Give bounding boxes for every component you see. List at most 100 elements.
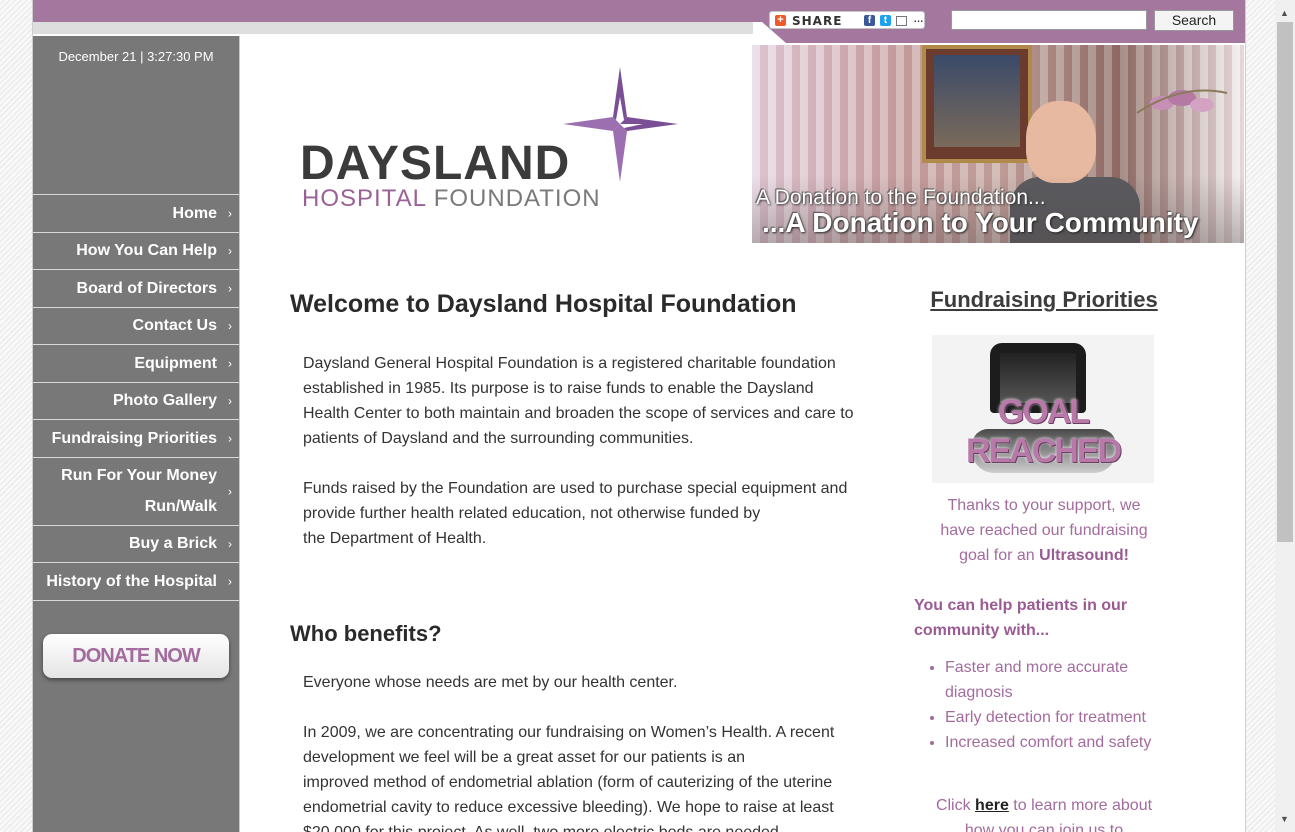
sidebar-item-board-of-directors[interactable]: Board of Directors › (33, 269, 239, 307)
sidebar-item-buy-a-brick[interactable]: Buy a Brick › (33, 525, 239, 562)
sidebar-item-label: Fundraising Priorities (51, 430, 217, 447)
sidebar-item-label: Photo Gallery (112, 392, 217, 409)
chevron-right-icon: › (228, 574, 232, 588)
date-time-display: December 21 | 3:27:30 PM (58, 49, 214, 64)
chevron-right-icon: › (228, 484, 232, 498)
sidebar-item-fundraising-priorities[interactable]: Fundraising Priorities › (33, 419, 239, 457)
sidebar-item-home[interactable]: Home › (33, 194, 239, 232)
site-logo[interactable]: DAYSLAND HOSPITAL FOUNDATION (300, 62, 680, 222)
logo-foundation-word: FOUNDATION (433, 185, 601, 212)
funds-line: the Department of Health. (303, 530, 487, 547)
page-title: Welcome to Daysland Hospital Foundation (290, 290, 797, 318)
list-item: Faster and more accurate diagnosis (945, 655, 1178, 705)
sidebar-item-label: Buy a Brick (128, 535, 217, 552)
thanks-goal-item: Ultrasound! (1039, 547, 1129, 564)
twitter-icon[interactable]: t (880, 15, 891, 26)
help-heading: You can help patients in our community w… (914, 593, 1174, 643)
chevron-right-icon: › (228, 537, 232, 551)
flower-decoration (1132, 73, 1232, 133)
scrollbar-thumb[interactable] (1277, 22, 1293, 542)
help-heading-line: community with... (914, 622, 1050, 639)
chevron-right-icon: › (228, 431, 232, 445)
intro-line: patients of Daysland and the surrounding… (303, 430, 694, 447)
focus-line: endometrial cavity to reduce excessive b… (303, 799, 834, 816)
sidebar-item-label: Home (172, 205, 217, 222)
share-plus-icon: + (775, 15, 786, 26)
list-item: Increased comfort and safety (945, 730, 1178, 755)
logo-hospital-word: HOSPITAL (302, 185, 427, 212)
donate-now-button[interactable]: DONATE NOW (43, 634, 229, 678)
page: + SHARE f t … Search December 21 | 3:27:… (32, 0, 1246, 832)
intro-line: Health Center to both maintain and broad… (303, 405, 854, 422)
facebook-icon[interactable]: f (864, 15, 875, 26)
focus-line: development we feel will be a great asse… (303, 749, 746, 766)
sidebar-item-label: History of the Hospital (46, 573, 217, 590)
right-column: Fundraising Priorities GOAL REACHED Than… (910, 287, 1178, 832)
scroll-down-arrow-icon[interactable]: ▼ (1280, 814, 1289, 824)
vertical-scrollbar[interactable]: ▲ ▼ (1275, 0, 1295, 832)
focus-line: improved method of endometrial ablation … (303, 774, 833, 791)
goal-reached-badge: GOAL REACHED (965, 393, 1122, 470)
help-heading-line: You can help patients in our (914, 597, 1128, 614)
goal-reached-image: GOAL REACHED (932, 335, 1154, 483)
funds-line: provide further health related education… (303, 505, 761, 522)
thanks-goal-line: goal for an Ultrasound! (910, 543, 1178, 568)
list-item: Early detection for treatment (945, 705, 1178, 730)
here-link[interactable]: here (975, 797, 1009, 814)
top-bar-shadow (33, 22, 753, 34)
compass-star-icon (563, 67, 678, 182)
thanks-message: Thanks to your support, we have reached … (910, 493, 1178, 568)
sidebar-item-how-you-can-help[interactable]: How You Can Help › (33, 232, 239, 269)
thanks-line: Thanks to your support, we (947, 497, 1141, 514)
learn-more-text: Click here to learn more about how you c… (910, 793, 1178, 832)
chevron-right-icon: › (228, 319, 232, 333)
learn-more-line-2: how you can join us to (964, 822, 1124, 832)
share-button[interactable]: + SHARE f t … (769, 11, 925, 29)
chevron-right-icon: › (228, 206, 232, 220)
sidebar-item-label: Run For Your Money Run/Walk (61, 467, 217, 515)
thanks-line: have reached our fundraising (940, 522, 1148, 539)
chevron-right-icon: › (228, 394, 232, 408)
chevron-right-icon: › (228, 244, 232, 258)
sidebar-item-run-for-your-money[interactable]: Run For Your Money Run/Walk › (33, 457, 239, 525)
sidebar-item-label: How You Can Help (76, 242, 217, 259)
chevron-right-icon: › (228, 356, 232, 370)
scroll-up-arrow-icon[interactable]: ▲ (1280, 8, 1289, 18)
section-title-who-benefits: Who benefits? (290, 621, 442, 646)
more-share-label[interactable]: … (913, 14, 924, 25)
banner-line-2: ...A Donation to Your Community (762, 207, 1199, 238)
email-icon[interactable] (896, 16, 907, 26)
main-content: Welcome to Daysland Hospital Foundation … (290, 290, 880, 832)
search-button[interactable]: Search (1154, 10, 1234, 31)
sidebar-item-photo-gallery[interactable]: Photo Gallery › (33, 382, 239, 419)
sidebar-nav: Home › How You Can Help › Board of Direc… (33, 194, 239, 601)
intro-line: Daysland General Hospital Foundation is … (303, 355, 836, 372)
focus-line: $20,000 for this project. As well, two m… (290, 820, 880, 832)
header-banner: A Donation to the Foundation... ...A Don… (752, 45, 1244, 243)
portrait-photo (934, 55, 1020, 147)
man-head (1026, 101, 1096, 183)
sidebar-item-equipment[interactable]: Equipment › (33, 344, 239, 382)
learn-more-suffix: to learn more about (1008, 797, 1153, 814)
sidebar-item-label: Equipment (134, 355, 217, 372)
help-benefits-list: Faster and more accurate diagnosis Early… (910, 655, 1178, 755)
chevron-right-icon: › (228, 281, 232, 295)
learn-more-prefix: Click (935, 797, 976, 814)
sidebar: December 21 | 3:27:30 PM Home › How You … (33, 36, 240, 832)
funds-line: Funds raised by the Foundation are used … (303, 480, 848, 497)
nav-divider (33, 600, 239, 601)
fundraising-priorities-link[interactable]: Fundraising Priorities (910, 287, 1178, 313)
thanks-goal-prefix: goal for an (959, 547, 1040, 564)
intro-line: established in 1985. Its purpose is to r… (303, 380, 814, 397)
focus-line: In 2009, we are concentrating our fundra… (303, 724, 835, 741)
sidebar-item-label: Board of Directors (76, 280, 217, 297)
sidebar-item-history-of-the-hospital[interactable]: History of the Hospital › (33, 562, 239, 600)
share-label: SHARE (792, 14, 843, 28)
logo-main-text: DAYSLAND (300, 137, 571, 190)
sidebar-item-contact-us[interactable]: Contact Us › (33, 307, 239, 344)
learn-more-line: Click here to learn more about (910, 793, 1178, 818)
benefits-line: Everyone whose needs are met by our heal… (303, 674, 678, 691)
sidebar-item-label: Contact Us (132, 317, 217, 334)
search-input[interactable] (951, 10, 1147, 30)
logo-sub-text: HOSPITAL FOUNDATION (302, 185, 601, 213)
